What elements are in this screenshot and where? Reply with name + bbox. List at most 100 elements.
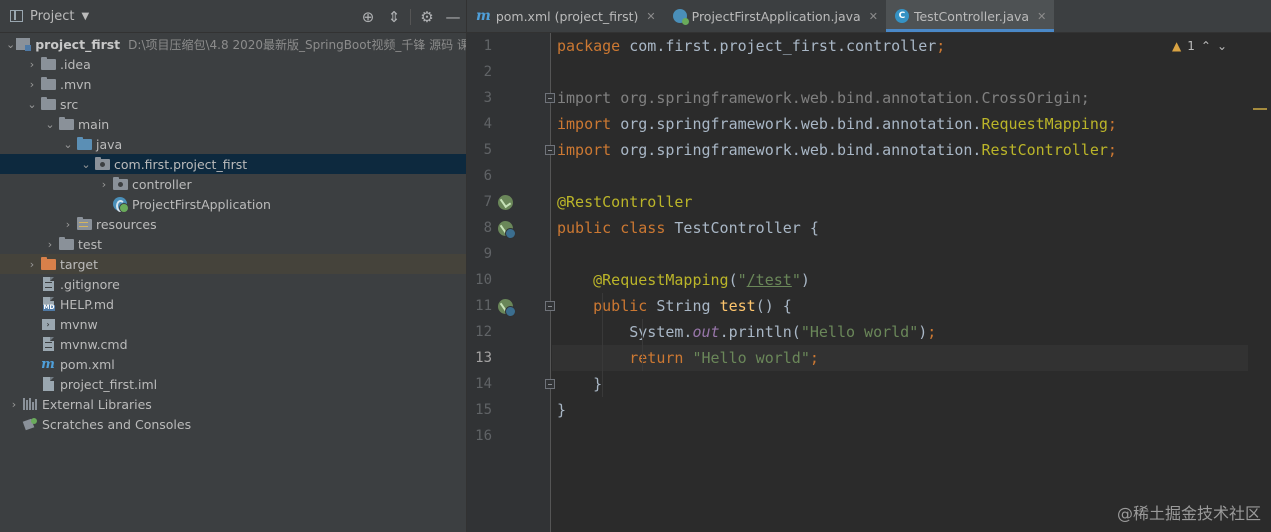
chevron-down-icon[interactable]: ⌄ xyxy=(78,158,94,171)
scratches-icon xyxy=(22,417,38,431)
project-tree: ⌄ project_first D:\项目压缩包\4.8 2020最新版_Spr… xyxy=(0,33,466,434)
project-view-icon xyxy=(10,10,23,22)
tree-item-application[interactable]: ProjectFirstApplication xyxy=(0,194,466,214)
spring-web-icon[interactable] xyxy=(498,299,516,317)
gear-icon[interactable]: ⚙ xyxy=(414,8,440,26)
code-line-5: import org.springframework.web.bind.anno… xyxy=(557,141,1117,159)
tree-item-controller[interactable]: › controller xyxy=(0,174,466,194)
chevron-down-icon[interactable]: ⌄ xyxy=(1217,39,1227,53)
tree-item-mvnw-cmd[interactable]: mvnw.cmd xyxy=(0,334,466,354)
chevron-down-icon[interactable]: ⌄ xyxy=(42,118,58,131)
tree-item-gitignore[interactable]: .gitignore xyxy=(0,274,466,294)
tab-label: ProjectFirstApplication.java xyxy=(691,8,861,24)
tree-item-idea[interactable]: › .idea xyxy=(0,54,466,74)
error-stripe[interactable] xyxy=(1248,33,1271,532)
folder-icon xyxy=(58,236,74,251)
tree-item-mvnw[interactable]: › mvnw xyxy=(0,314,466,334)
watermark: @稀土掘金技术社区 xyxy=(1116,504,1261,523)
chevron-right-icon[interactable]: › xyxy=(96,178,112,191)
tree-item-label: .gitignore xyxy=(60,276,120,292)
project-view-selector[interactable]: Project xyxy=(30,9,74,24)
code-lines[interactable]: package com.first.project_first.controll… xyxy=(552,33,1248,532)
collapse-all-icon[interactable]: ⇕ xyxy=(381,8,407,26)
project-panel: Project ▼ ⊕ ⇕ ⚙ — ⌄ project_first D:\项目压… xyxy=(0,0,466,532)
tree-item-src[interactable]: ⌄ src xyxy=(0,94,466,114)
chevron-down-icon[interactable]: ▼ xyxy=(81,11,89,22)
chevron-right-icon[interactable]: › xyxy=(42,238,58,251)
text-file-icon xyxy=(40,337,56,351)
code-line-12: System.out.println("Hello world"); xyxy=(629,323,937,341)
line-number: 14 xyxy=(475,376,492,392)
editor-tabs: m pom.xml (project_first) ✕ ProjectFirst… xyxy=(467,0,1271,33)
tree-item-project-root[interactable]: ⌄ project_first D:\项目压缩包\4.8 2020最新版_Spr… xyxy=(0,34,466,54)
line-number: 2 xyxy=(483,64,492,80)
line-number: 1 xyxy=(483,38,492,54)
spring-bean-icon[interactable] xyxy=(498,195,513,210)
tree-item-label: project_first.iml xyxy=(60,376,158,392)
terminal-file-icon: › xyxy=(40,317,56,331)
tree-item-iml[interactable]: project_first.iml xyxy=(0,374,466,394)
source-folder-icon xyxy=(76,136,92,151)
editor-gutter[interactable]: 1 2 3 4 5 6 7 8 9 10 11 12 13 14 15 16 xyxy=(467,33,555,532)
folder-icon xyxy=(40,56,56,71)
toolbar-divider xyxy=(410,8,411,25)
tab-pom-xml[interactable]: m pom.xml (project_first) ✕ xyxy=(467,0,664,32)
chevron-down-icon[interactable]: ⌄ xyxy=(60,138,76,151)
chevron-right-icon[interactable]: › xyxy=(24,78,40,91)
tree-item-pom[interactable]: m pom.xml xyxy=(0,354,466,374)
spring-boot-icon xyxy=(672,9,689,25)
code-line-10: @RequestMapping("/test") xyxy=(593,271,810,289)
close-icon[interactable]: ✕ xyxy=(646,10,655,23)
chevron-right-icon[interactable]: › xyxy=(24,58,40,71)
tree-item-help-md[interactable]: MD HELP.md xyxy=(0,294,466,314)
tree-item-label: com.first.project_first xyxy=(114,156,248,172)
chevron-down-icon[interactable]: ⌄ xyxy=(24,98,40,111)
code-line-8: public class TestController { xyxy=(557,219,819,237)
libraries-icon xyxy=(22,397,38,411)
chevron-right-icon[interactable]: › xyxy=(60,218,76,231)
tree-item-label: .idea xyxy=(60,56,91,72)
maven-icon: m xyxy=(476,8,491,24)
tab-project-first-application[interactable]: ProjectFirstApplication.java ✕ xyxy=(664,0,886,32)
chevron-right-icon[interactable]: › xyxy=(24,258,40,271)
tree-item-label: controller xyxy=(132,176,192,192)
chevron-down-icon[interactable]: ⌄ xyxy=(6,38,15,51)
line-number: 4 xyxy=(483,116,492,132)
project-panel-toolbar: ⊕ ⇕ ⚙ — xyxy=(355,0,466,33)
tree-item-test[interactable]: › test xyxy=(0,234,466,254)
markdown-file-icon: MD xyxy=(40,297,56,311)
tree-item-label: src xyxy=(60,96,79,112)
code-area[interactable]: 1 2 3 4 5 6 7 8 9 10 11 12 13 14 15 16 p… xyxy=(467,33,1271,532)
inspection-widget[interactable]: ▲ 1 ⌃ ⌄ xyxy=(1172,36,1267,56)
tree-item-external-libraries[interactable]: › External Libraries xyxy=(0,394,466,414)
tree-item-label: java xyxy=(96,136,123,152)
line-number: 12 xyxy=(475,324,492,340)
line-number: 6 xyxy=(483,168,492,184)
code-line-3: import org.springframework.web.bind.anno… xyxy=(557,89,1090,107)
tree-item-package[interactable]: ⌄ com.first.project_first xyxy=(0,154,466,174)
maven-icon: m xyxy=(41,356,55,372)
module-folder-icon xyxy=(15,37,32,51)
chevron-up-icon[interactable]: ⌃ xyxy=(1201,39,1211,53)
tab-test-controller[interactable]: C TestController.java ✕ xyxy=(885,0,1055,32)
tree-item-scratches[interactable]: Scratches and Consoles xyxy=(0,414,466,434)
tree-item-resources[interactable]: › resources xyxy=(0,214,466,234)
close-icon[interactable]: ✕ xyxy=(1037,10,1046,23)
chevron-right-icon[interactable]: › xyxy=(6,398,22,411)
tree-item-java[interactable]: ⌄ java xyxy=(0,134,466,154)
close-icon[interactable]: ✕ xyxy=(869,10,878,23)
code-line-1: package com.first.project_first.controll… xyxy=(557,37,946,55)
warning-marker[interactable] xyxy=(1253,108,1267,110)
line-number: 15 xyxy=(475,402,492,418)
markdown-badge: MD xyxy=(42,304,56,311)
tree-item-label: resources xyxy=(96,216,157,232)
tree-item-main[interactable]: ⌄ main xyxy=(0,114,466,134)
locate-file-icon[interactable]: ⊕ xyxy=(355,8,381,26)
hide-panel-icon[interactable]: — xyxy=(440,8,466,26)
tree-item-mvn[interactable]: › .mvn xyxy=(0,74,466,94)
tree-item-target[interactable]: › target xyxy=(0,254,466,274)
java-class-icon: C xyxy=(894,9,909,23)
spring-web-icon[interactable] xyxy=(498,221,516,239)
